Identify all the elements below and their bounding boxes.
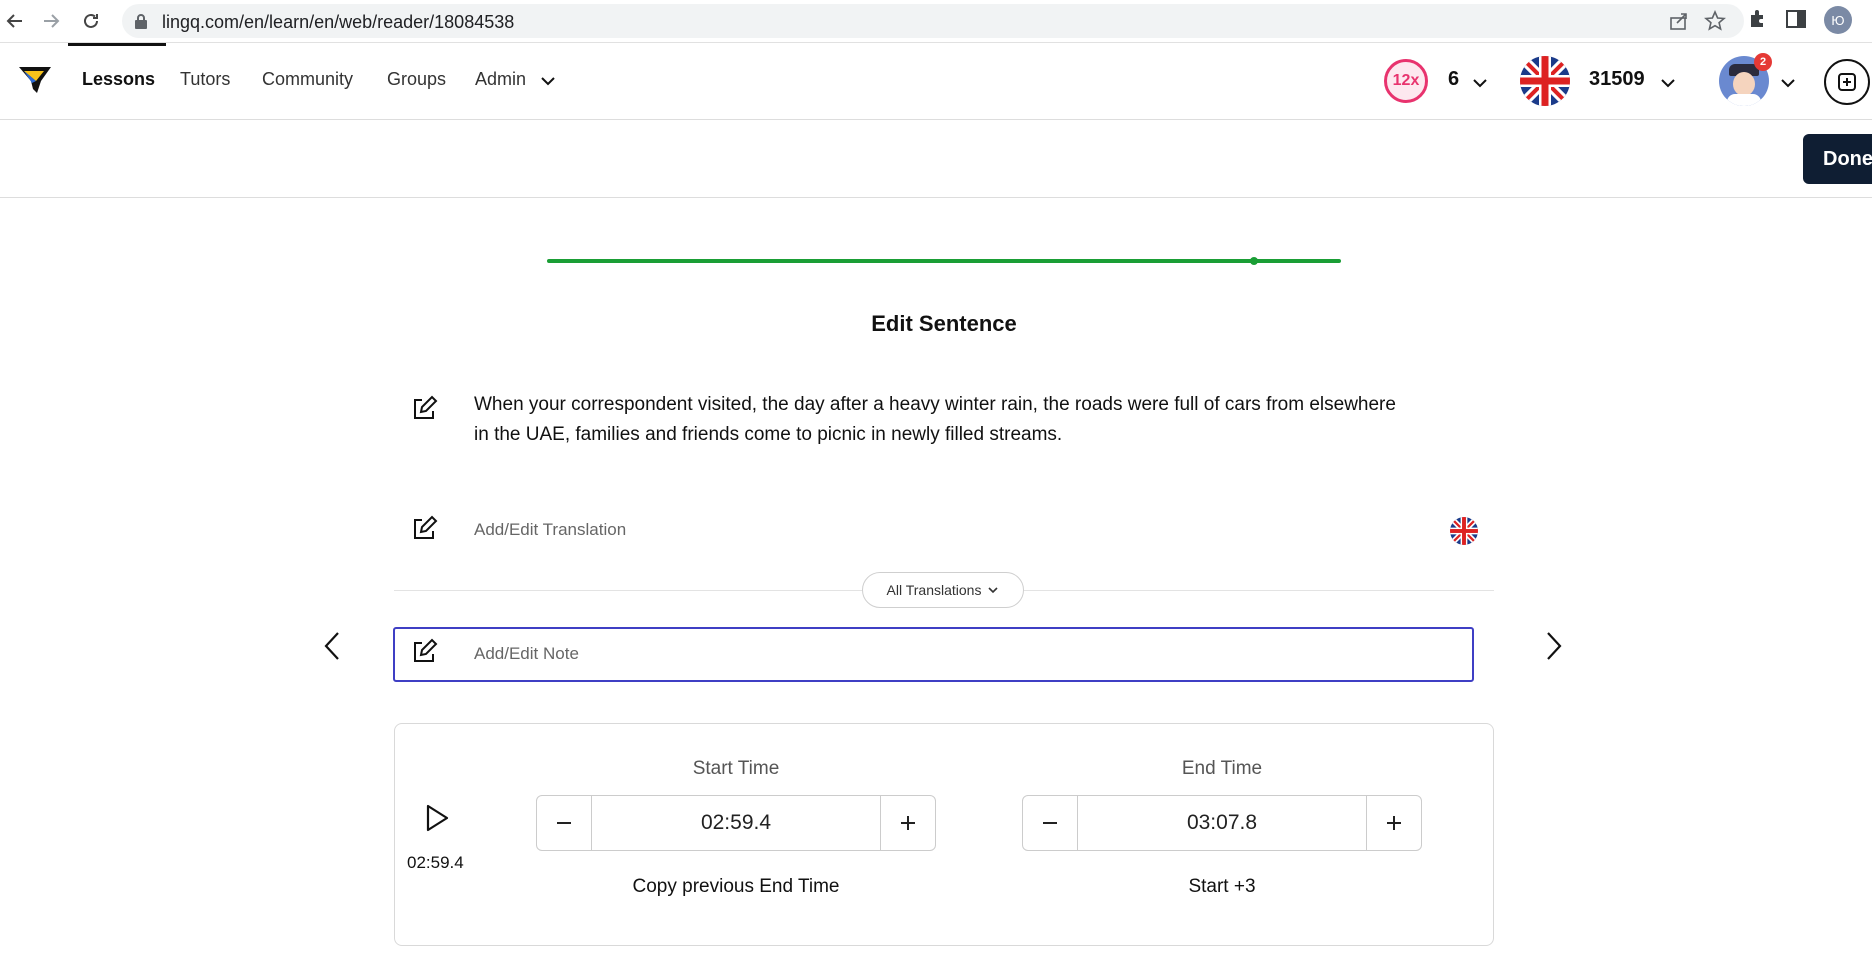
streak-multiplier: 12x <box>1384 59 1428 103</box>
done-button[interactable]: Done <box>1803 134 1872 184</box>
nav-tutors[interactable]: Tutors <box>180 69 230 90</box>
edit-note-icon[interactable] <box>410 638 438 666</box>
play-icon[interactable] <box>423 803 451 833</box>
app-header: Lessons Tutors Community Groups Admin 12… <box>0 43 1872 120</box>
lingq-logo[interactable] <box>16 61 54 99</box>
end-time-value[interactable]: 03:07.8 <box>1077 796 1367 850</box>
chevron-down-icon[interactable] <box>1472 75 1488 91</box>
plus-icon <box>1387 816 1401 830</box>
edit-sentence-icon[interactable] <box>410 395 438 423</box>
next-sentence-arrow-icon[interactable] <box>1542 630 1566 662</box>
start-time-increment-button[interactable] <box>881 796 935 850</box>
forward-icon[interactable] <box>36 6 66 36</box>
start-time-value[interactable]: 02:59.4 <box>591 796 881 850</box>
editor-toolbar: Done <box>0 120 1872 198</box>
chevron-down-icon[interactable] <box>540 73 556 89</box>
notification-badge: 2 <box>1754 53 1772 71</box>
plus-square-icon <box>1836 71 1858 93</box>
streak-meter[interactable]: 12x <box>1384 57 1432 105</box>
side-panel-icon[interactable] <box>1783 6 1809 32</box>
extensions-icon[interactable] <box>1745 6 1771 32</box>
streak-count[interactable]: 6 <box>1448 68 1459 91</box>
share-icon[interactable] <box>1668 10 1690 32</box>
add-lesson-button[interactable] <box>1824 59 1870 105</box>
end-time-label: End Time <box>1181 758 1263 779</box>
coin-count[interactable]: 31509 <box>1589 68 1645 91</box>
browser-toolbar: lingq.com/en/learn/en/web/reader/1808453… <box>0 0 1872 43</box>
sentence-progress-bar[interactable] <box>547 257 1341 265</box>
address-bar[interactable]: lingq.com/en/learn/en/web/reader/1808453… <box>122 4 1744 38</box>
uk-flag-icon[interactable] <box>1450 517 1478 545</box>
start-time-label: Start Time <box>692 758 780 779</box>
chevron-down-icon[interactable] <box>1780 75 1796 91</box>
browser-profile-avatar[interactable]: Ю <box>1824 6 1852 34</box>
all-translations-label: All Translations <box>886 582 982 598</box>
sentence-text[interactable]: When your correspondent visited, the day… <box>474 390 1414 450</box>
reload-icon[interactable] <box>76 6 106 36</box>
active-tab-indicator <box>68 43 166 46</box>
start-time-decrement-button[interactable] <box>537 796 591 850</box>
nav-admin[interactable]: Admin <box>475 69 526 90</box>
current-time: 02:59.4 <box>407 853 464 872</box>
nav-lessons[interactable]: Lessons <box>82 69 155 90</box>
start-plus-3-button[interactable]: Start +3 <box>1022 876 1422 898</box>
minus-icon <box>1043 822 1057 824</box>
edit-translation-icon[interactable] <box>410 515 438 543</box>
all-translations-button[interactable]: All Translations <box>862 572 1024 608</box>
chevron-down-icon[interactable] <box>1660 75 1676 91</box>
end-time-stepper[interactable]: 03:07.8 <box>1022 795 1422 851</box>
nav-groups[interactable]: Groups <box>387 69 446 90</box>
end-time-increment-button[interactable] <box>1367 796 1421 850</box>
start-time-stepper[interactable]: 02:59.4 <box>536 795 936 851</box>
back-icon[interactable] <box>0 6 30 36</box>
page-title: Edit Sentence <box>871 311 1017 336</box>
previous-sentence-arrow-icon[interactable] <box>320 630 344 662</box>
uk-flag-icon[interactable] <box>1520 56 1570 106</box>
lock-icon <box>134 13 148 29</box>
note-placeholder[interactable]: Add/Edit Note <box>474 644 579 664</box>
progress-marker[interactable] <box>1249 257 1258 265</box>
nav-community[interactable]: Community <box>262 69 353 90</box>
minus-icon <box>557 822 571 824</box>
chevron-down-icon <box>987 584 999 596</box>
translation-field[interactable]: Add/Edit Translation <box>474 520 626 540</box>
copy-previous-end-time-button[interactable]: Copy previous End Time <box>536 876 936 898</box>
bookmark-star-icon[interactable] <box>1704 10 1726 32</box>
url-text: lingq.com/en/learn/en/web/reader/1808453… <box>162 12 515 32</box>
plus-icon <box>901 816 915 830</box>
end-time-decrement-button[interactable] <box>1023 796 1077 850</box>
